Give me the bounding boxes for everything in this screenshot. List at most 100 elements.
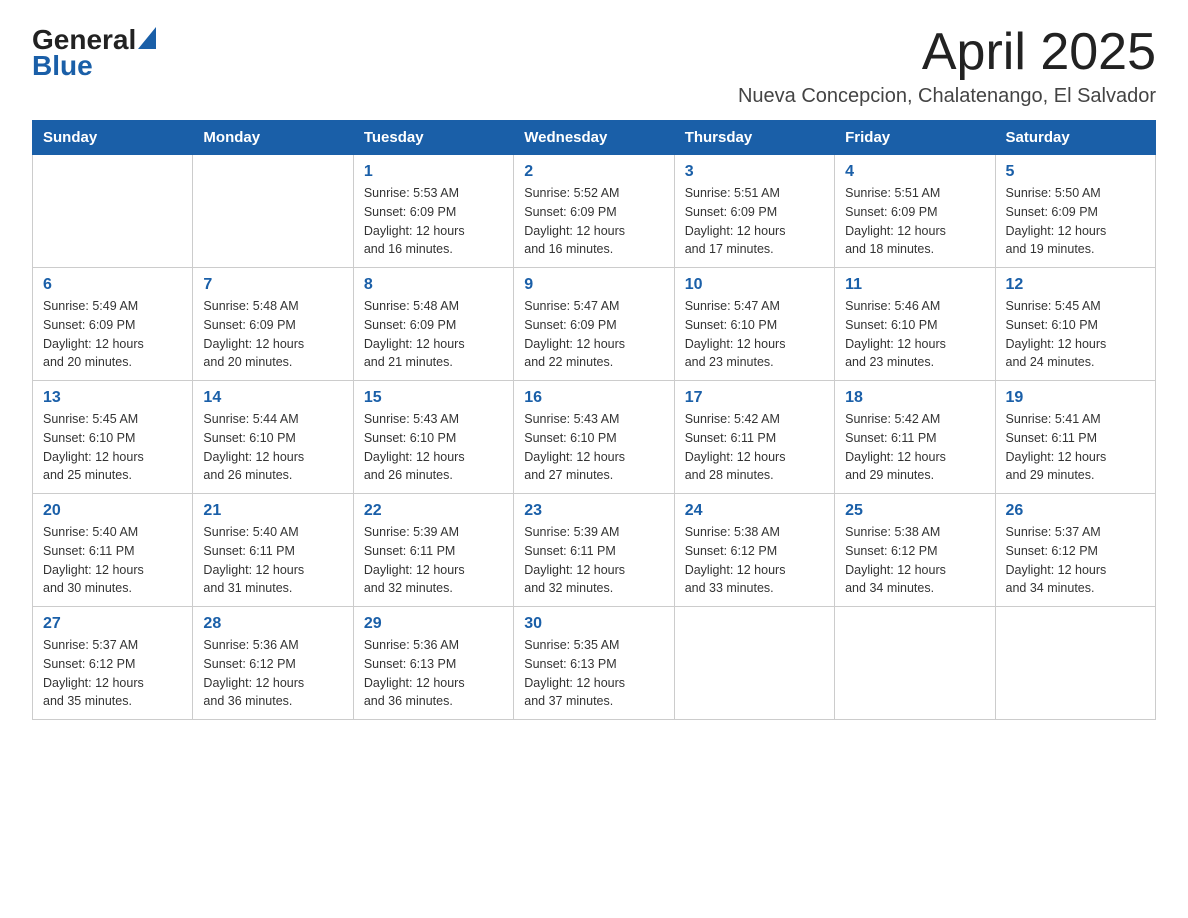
day-number: 8 (364, 276, 503, 294)
calendar-cell: 8Sunrise: 5:48 AM Sunset: 6:09 PM Daylig… (353, 268, 513, 381)
day-number: 20 (43, 502, 182, 520)
day-info: Sunrise: 5:50 AM Sunset: 6:09 PM Dayligh… (1006, 184, 1145, 259)
day-info: Sunrise: 5:45 AM Sunset: 6:10 PM Dayligh… (1006, 297, 1145, 372)
calendar-cell (33, 155, 193, 268)
calendar-cell (674, 607, 834, 720)
day-info: Sunrise: 5:40 AM Sunset: 6:11 PM Dayligh… (203, 523, 342, 598)
calendar-cell: 10Sunrise: 5:47 AM Sunset: 6:10 PM Dayli… (674, 268, 834, 381)
day-info: Sunrise: 5:51 AM Sunset: 6:09 PM Dayligh… (685, 184, 824, 259)
day-number: 21 (203, 502, 342, 520)
day-number: 12 (1006, 276, 1145, 294)
day-info: Sunrise: 5:52 AM Sunset: 6:09 PM Dayligh… (524, 184, 663, 259)
day-info: Sunrise: 5:43 AM Sunset: 6:10 PM Dayligh… (524, 410, 663, 485)
calendar-week-row: 27 Sunrise: 5:37 AM Sunset: 6:12 PM Dayli… (33, 607, 1156, 720)
calendar-cell: 22 Sunrise: 5:39 AM Sunset: 6:11 PM Dayli… (353, 494, 513, 607)
calendar-cell: 9Sunrise: 5:47 AM Sunset: 6:09 PM Daylig… (514, 268, 674, 381)
calendar-week-row: 13 Sunrise: 5:45 AM Sunset: 6:10 PM Dayli… (33, 381, 1156, 494)
day-number: 30 (524, 615, 663, 633)
calendar-cell: 2 Sunrise: 5:52 AM Sunset: 6:09 PM Daylig… (514, 155, 674, 268)
calendar-cell: 17 Sunrise: 5:42 AM Sunset: 6:11 PM Dayli… (674, 381, 834, 494)
calendar-cell: 14 Sunrise: 5:44 AM Sunset: 6:10 PM Dayli… (193, 381, 353, 494)
day-info: Sunrise: 5:48 AM Sunset: 6:09 PM Dayligh… (203, 297, 342, 372)
day-info: Sunrise: 5:37 AM Sunset: 6:12 PM Dayligh… (43, 636, 182, 711)
calendar-cell: 16 Sunrise: 5:43 AM Sunset: 6:10 PM Dayli… (514, 381, 674, 494)
day-number: 3 (685, 163, 824, 181)
calendar-cell: 15Sunrise: 5:43 AM Sunset: 6:10 PM Dayli… (353, 381, 513, 494)
day-number: 26 (1006, 502, 1145, 520)
day-info: Sunrise: 5:42 AM Sunset: 6:11 PM Dayligh… (685, 410, 824, 485)
calendar-cell: 7Sunrise: 5:48 AM Sunset: 6:09 PM Daylig… (193, 268, 353, 381)
calendar-cell: 5 Sunrise: 5:50 AM Sunset: 6:09 PM Daylig… (995, 155, 1155, 268)
logo-blue-text: Blue (32, 50, 93, 82)
day-number: 29 (364, 615, 503, 633)
day-number: 2 (524, 163, 663, 181)
day-info: Sunrise: 5:38 AM Sunset: 6:12 PM Dayligh… (685, 523, 824, 598)
day-info: Sunrise: 5:39 AM Sunset: 6:11 PM Dayligh… (364, 523, 503, 598)
day-number: 25 (845, 502, 984, 520)
calendar-week-row: 20 Sunrise: 5:40 AM Sunset: 6:11 PM Dayli… (33, 494, 1156, 607)
header-saturday: Saturday (995, 121, 1155, 155)
calendar-cell: 21 Sunrise: 5:40 AM Sunset: 6:11 PM Dayli… (193, 494, 353, 607)
logo-triangle-icon (138, 27, 156, 49)
calendar-cell: 19 Sunrise: 5:41 AM Sunset: 6:11 PM Dayli… (995, 381, 1155, 494)
calendar-cell: 20 Sunrise: 5:40 AM Sunset: 6:11 PM Dayli… (33, 494, 193, 607)
day-info: Sunrise: 5:40 AM Sunset: 6:11 PM Dayligh… (43, 523, 182, 598)
header-friday: Friday (835, 121, 995, 155)
calendar-cell (835, 607, 995, 720)
day-info: Sunrise: 5:47 AM Sunset: 6:10 PM Dayligh… (685, 297, 824, 372)
day-info: Sunrise: 5:44 AM Sunset: 6:10 PM Dayligh… (203, 410, 342, 485)
day-info: Sunrise: 5:42 AM Sunset: 6:11 PM Dayligh… (845, 410, 984, 485)
calendar-title: April 2025 (738, 24, 1156, 81)
day-number: 15 (364, 389, 503, 407)
day-number: 27 (43, 615, 182, 633)
calendar-cell: 6 Sunrise: 5:49 AM Sunset: 6:09 PM Daylig… (33, 268, 193, 381)
day-number: 16 (524, 389, 663, 407)
day-number: 17 (685, 389, 824, 407)
calendar-cell: 27 Sunrise: 5:37 AM Sunset: 6:12 PM Dayli… (33, 607, 193, 720)
day-info: Sunrise: 5:37 AM Sunset: 6:12 PM Dayligh… (1006, 523, 1145, 598)
day-number: 5 (1006, 163, 1145, 181)
day-number: 28 (203, 615, 342, 633)
day-info: Sunrise: 5:53 AM Sunset: 6:09 PM Dayligh… (364, 184, 503, 259)
calendar-cell: 29 Sunrise: 5:36 AM Sunset: 6:13 PM Dayli… (353, 607, 513, 720)
header-sunday: Sunday (33, 121, 193, 155)
day-number: 24 (685, 502, 824, 520)
day-info: Sunrise: 5:36 AM Sunset: 6:13 PM Dayligh… (364, 636, 503, 711)
calendar-cell: 12 Sunrise: 5:45 AM Sunset: 6:10 PM Dayli… (995, 268, 1155, 381)
logo: General Blue (32, 24, 156, 82)
calendar-cell: 13 Sunrise: 5:45 AM Sunset: 6:10 PM Dayli… (33, 381, 193, 494)
calendar-cell: 26 Sunrise: 5:37 AM Sunset: 6:12 PM Dayli… (995, 494, 1155, 607)
day-info: Sunrise: 5:49 AM Sunset: 6:09 PM Dayligh… (43, 297, 182, 372)
title-block: April 2025 Nueva Concepcion, Chalatenang… (738, 24, 1156, 108)
day-info: Sunrise: 5:38 AM Sunset: 6:12 PM Dayligh… (845, 523, 984, 598)
day-number: 11 (845, 276, 984, 294)
calendar-cell (193, 155, 353, 268)
day-info: Sunrise: 5:35 AM Sunset: 6:13 PM Dayligh… (524, 636, 663, 711)
calendar-cell: 28Sunrise: 5:36 AM Sunset: 6:12 PM Dayli… (193, 607, 353, 720)
header-monday: Monday (193, 121, 353, 155)
day-number: 18 (845, 389, 984, 407)
calendar-table: Sunday Monday Tuesday Wednesday Thursday… (32, 120, 1156, 720)
calendar-cell (995, 607, 1155, 720)
calendar-cell: 1Sunrise: 5:53 AM Sunset: 6:09 PM Daylig… (353, 155, 513, 268)
calendar-cell: 23Sunrise: 5:39 AM Sunset: 6:11 PM Dayli… (514, 494, 674, 607)
day-number: 23 (524, 502, 663, 520)
page-header: General Blue April 2025 Nueva Concepcion… (32, 24, 1156, 108)
calendar-week-row: 6 Sunrise: 5:49 AM Sunset: 6:09 PM Daylig… (33, 268, 1156, 381)
day-info: Sunrise: 5:41 AM Sunset: 6:11 PM Dayligh… (1006, 410, 1145, 485)
day-number: 9 (524, 276, 663, 294)
day-number: 22 (364, 502, 503, 520)
day-number: 4 (845, 163, 984, 181)
day-number: 13 (43, 389, 182, 407)
calendar-subtitle: Nueva Concepcion, Chalatenango, El Salva… (738, 85, 1156, 108)
calendar-cell: 4Sunrise: 5:51 AM Sunset: 6:09 PM Daylig… (835, 155, 995, 268)
day-number: 6 (43, 276, 182, 294)
calendar-cell: 30 Sunrise: 5:35 AM Sunset: 6:13 PM Dayli… (514, 607, 674, 720)
calendar-cell: 11Sunrise: 5:46 AM Sunset: 6:10 PM Dayli… (835, 268, 995, 381)
calendar-cell: 18 Sunrise: 5:42 AM Sunset: 6:11 PM Dayli… (835, 381, 995, 494)
day-info: Sunrise: 5:45 AM Sunset: 6:10 PM Dayligh… (43, 410, 182, 485)
day-number: 14 (203, 389, 342, 407)
header-tuesday: Tuesday (353, 121, 513, 155)
header-thursday: Thursday (674, 121, 834, 155)
day-number: 19 (1006, 389, 1145, 407)
